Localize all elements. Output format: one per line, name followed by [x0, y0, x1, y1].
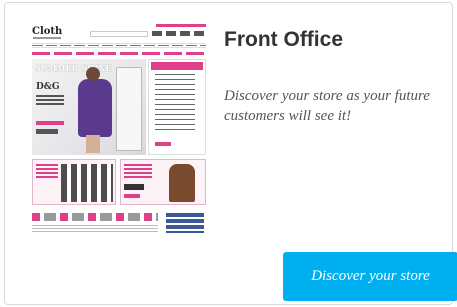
preview-promo-discount — [124, 184, 144, 190]
preview-promo-button — [124, 194, 140, 198]
preview-hero-button — [36, 121, 64, 125]
preview-promo-left-text — [36, 164, 58, 180]
preview-side-list — [155, 74, 195, 134]
preview-model-dress — [78, 79, 112, 137]
preview-model-head — [86, 67, 100, 81]
preview-promo-model — [169, 164, 195, 202]
preview-hero-banner: SUMMER SHINE D&G — [32, 59, 146, 155]
discover-store-button[interactable]: Discover your store — [283, 252, 457, 301]
preview-promo-left-products — [61, 164, 113, 202]
preview-category-bar — [32, 52, 206, 55]
store-preview-thumbnail: Cloth SUMMER SHINE D&G — [30, 23, 207, 238]
card-title: Front Office — [224, 28, 343, 51]
store-logo-tagline — [33, 37, 61, 39]
preview-nav-menu — [32, 43, 206, 48]
preview-footer-social — [166, 213, 204, 233]
card-description: Discover your store as your future custo… — [224, 88, 430, 124]
preview-footer-links — [32, 225, 158, 233]
preview-side-button — [155, 142, 171, 146]
preview-footer — [32, 211, 206, 237]
preview-hero-brand: D&G — [36, 82, 60, 92]
preview-hero-subtext — [36, 95, 64, 105]
preview-top-links — [156, 24, 206, 27]
preview-promo-right — [120, 159, 206, 205]
preview-hero-headline: SUMMER SHINE — [35, 63, 112, 73]
store-logo: Cloth — [32, 26, 63, 37]
preview-header-links — [152, 31, 206, 36]
preview-search-box — [90, 31, 148, 37]
preview-hero-mirror — [116, 67, 142, 151]
front-office-card: Cloth SUMMER SHINE D&G Front Office Disc… — [4, 2, 457, 305]
preview-footer-icons — [32, 213, 158, 221]
preview-model-legs — [86, 135, 100, 153]
preview-promo-right-text — [124, 164, 152, 180]
preview-side-header — [151, 62, 203, 70]
preview-promo-left — [32, 159, 116, 205]
preview-side-panel — [148, 59, 206, 155]
preview-hero-price — [36, 129, 58, 134]
